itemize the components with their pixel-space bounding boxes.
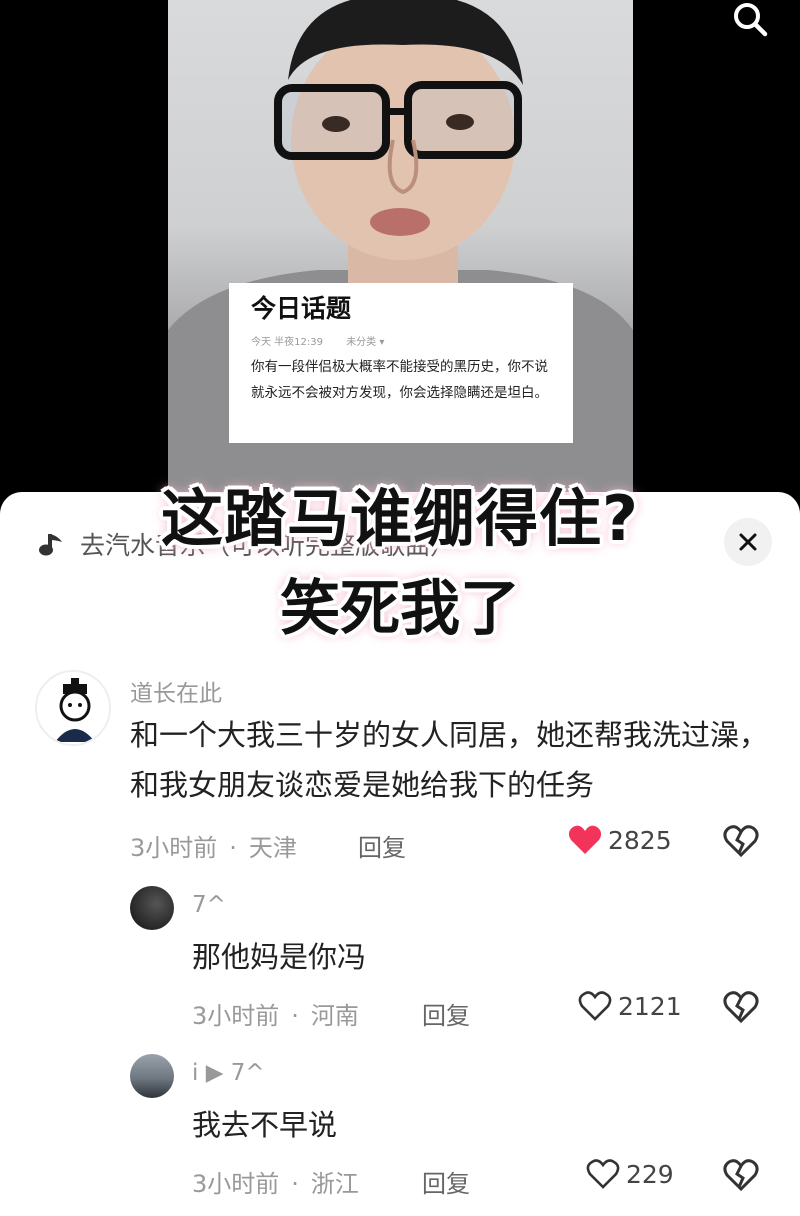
comment-location: 浙江: [310, 1170, 359, 1198]
comment-text: 和一个大我三十岁的女人同居，她还帮我洗过澡，和我女朋友谈恋爱是她给我下的任务: [130, 718, 769, 802]
reply-button[interactable]: 回复: [422, 1164, 470, 1199]
heart-outline-icon: [586, 1159, 620, 1189]
like-count: 2121: [618, 991, 682, 1021]
broken-heart-icon[interactable]: [723, 1158, 759, 1192]
reply-button[interactable]: 回复: [358, 828, 406, 863]
reply-button[interactable]: 回复: [422, 996, 470, 1031]
like-button[interactable]: 229: [586, 1158, 674, 1190]
like-button[interactable]: 2825: [568, 824, 672, 856]
topic-title: 今日话题: [251, 294, 352, 323]
comment-meta: 3小时前 · 天津: [130, 834, 297, 862]
comment-time: 3小时前: [192, 1170, 280, 1198]
comment-meta: 3小时前 · 浙江: [192, 1170, 359, 1198]
search-button[interactable]: [728, 0, 772, 40]
topic-card: 今日话题 今天 半夜12:39 未分类 ▾ 你有一段伴侣极大概率不能接受的黑历史…: [229, 283, 573, 443]
comment-location: 河南: [310, 1002, 359, 1030]
search-icon: [734, 3, 768, 37]
sheet-header: 去汽水音乐（可以听完整版歌曲）: [0, 518, 800, 566]
comment-username[interactable]: 道长在此: [130, 674, 222, 708]
daoist-avatar-icon: [55, 678, 95, 742]
topic-meta: 今天 半夜12:39 未分类 ▾: [251, 333, 551, 348]
comment-meta: 3小时前 · 河南: [192, 1002, 359, 1030]
broken-heart-icon[interactable]: [723, 824, 759, 858]
comment-sheet: 去汽水音乐（可以听完整版歌曲） 道长在此 和一个大我三十岁的女人同居，她还帮我洗…: [0, 492, 800, 1216]
close-button[interactable]: [724, 518, 772, 566]
topic-category: 未分类 ▾: [346, 337, 385, 348]
broken-heart-icon[interactable]: [723, 990, 759, 1024]
comment-time: 3小时前: [130, 834, 218, 862]
heart-outline-icon: [578, 991, 612, 1021]
close-icon: [739, 533, 757, 551]
music-title[interactable]: 去汽水音乐（可以听完整版歌曲）: [80, 526, 640, 562]
comment-username[interactable]: 7^: [192, 892, 226, 918]
comment-username[interactable]: i ▶ 7^: [192, 1060, 265, 1086]
comment-text: 那他妈是你冯: [192, 940, 367, 974]
avatar[interactable]: [130, 1054, 174, 1098]
topic-time: 今天 半夜12:39: [251, 337, 323, 348]
comment-location: 天津: [248, 834, 297, 862]
avatar[interactable]: [35, 670, 111, 746]
comment-time: 3小时前: [192, 1002, 280, 1030]
like-count: 2825: [608, 825, 672, 855]
avatar[interactable]: [130, 886, 174, 930]
like-count: 229: [626, 1159, 674, 1189]
video-player[interactable]: 今日话题 今天 半夜12:39 未分类 ▾ 你有一段伴侣极大概率不能接受的黑历史…: [0, 0, 800, 500]
like-button[interactable]: 2121: [578, 990, 682, 1022]
music-note-icon: [39, 534, 62, 556]
comment-text: 我去不早说: [192, 1108, 338, 1142]
heart-filled-icon: [568, 825, 602, 854]
topic-text: 你有一段伴侣极大概率不能接受的黑历史，你不说就永远不会被对方发现，你会选择隐瞒还…: [251, 359, 548, 401]
